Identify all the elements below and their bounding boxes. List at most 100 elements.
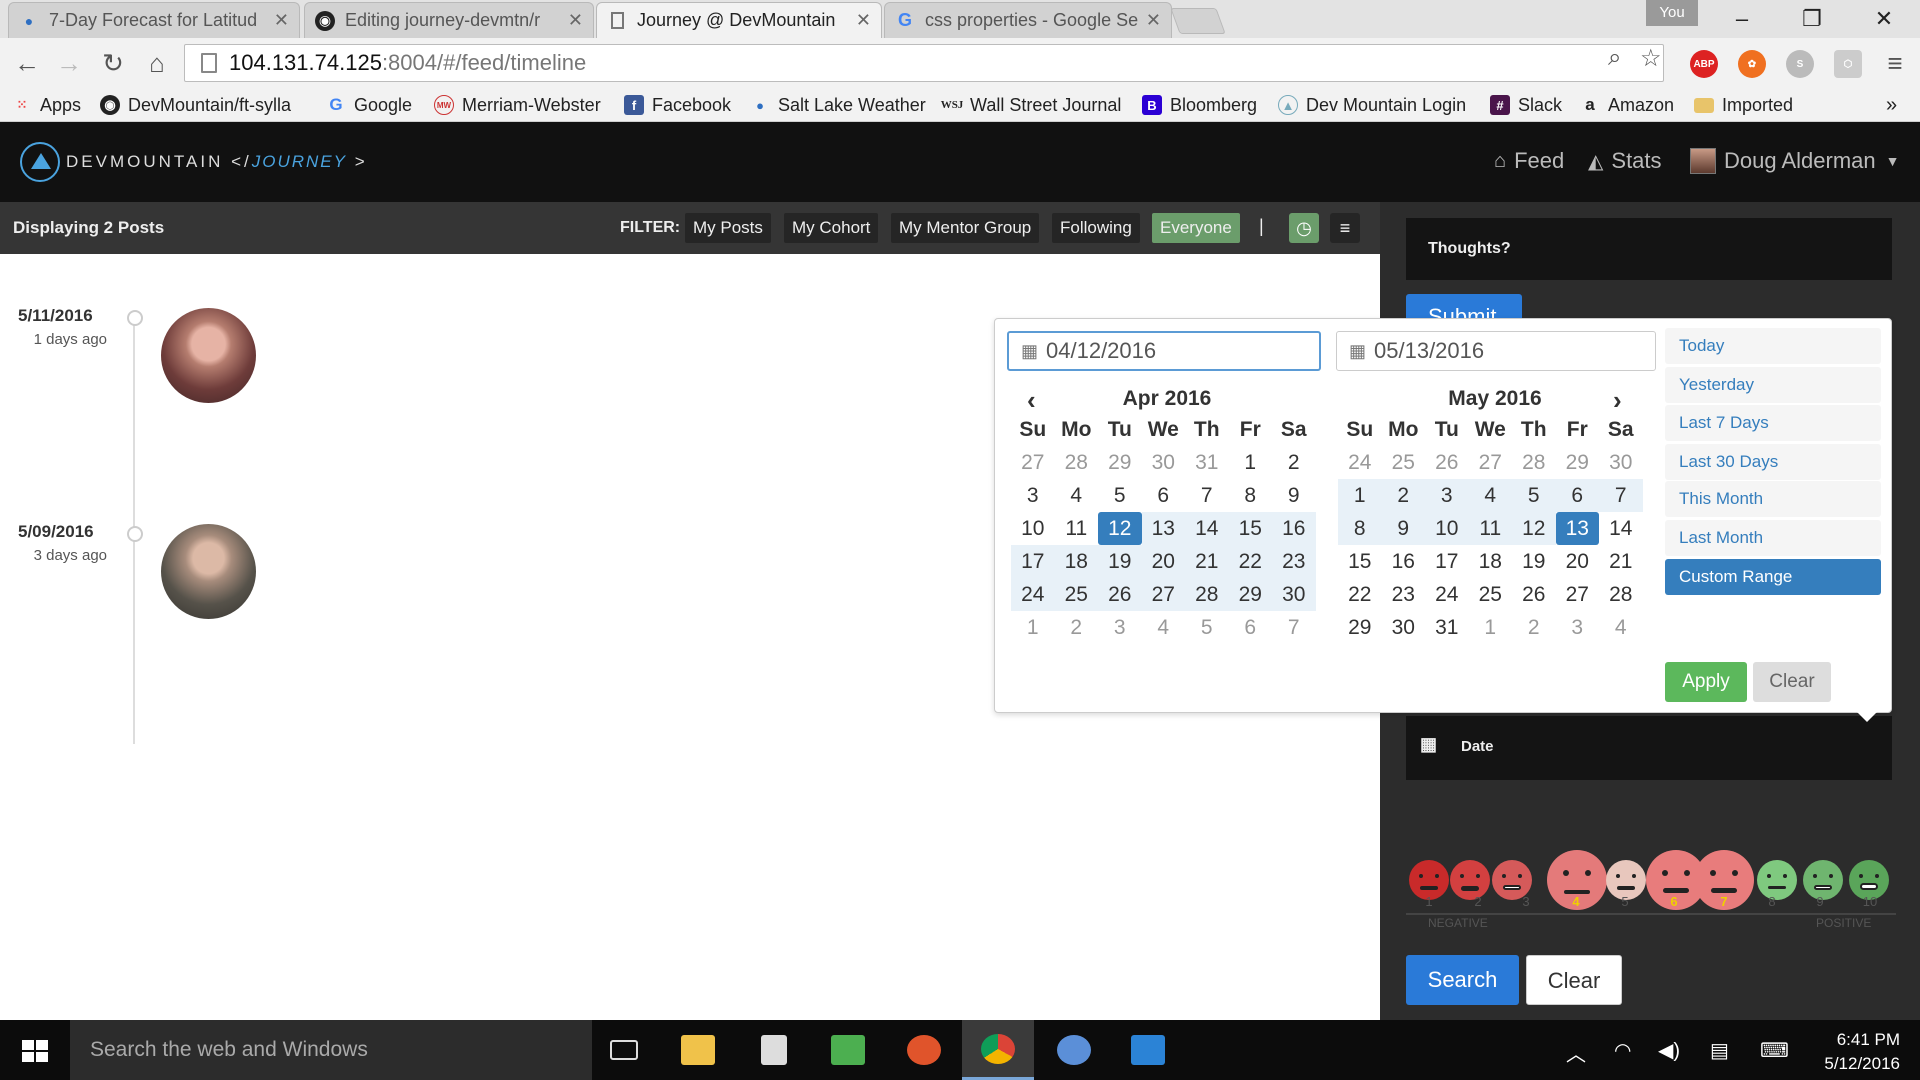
calendar-day[interactable]: 26: [1512, 578, 1556, 611]
bookmark-imported[interactable]: Imported: [1694, 92, 1793, 118]
calendar-day[interactable]: 2: [1272, 446, 1316, 479]
calendar-day[interactable]: 21: [1599, 545, 1643, 578]
clock-icon[interactable]: ◷: [1289, 213, 1319, 243]
calendar-day[interactable]: 5: [1512, 479, 1556, 512]
range-yesterday[interactable]: Yesterday: [1665, 367, 1881, 403]
filter-my-mentor-group[interactable]: My Mentor Group: [891, 213, 1040, 243]
calendar-day[interactable]: 23: [1272, 545, 1316, 578]
restore-icon[interactable]: ❐: [1784, 2, 1840, 36]
browser-tab-forecast[interactable]: ● 7-Day Forecast for Latitud ✕: [8, 2, 300, 38]
calendar-day-outside[interactable]: 27: [1469, 446, 1513, 479]
calendar-day[interactable]: 24: [1425, 578, 1469, 611]
calendar-day[interactable]: 26: [1098, 578, 1142, 611]
calendar-day-outside[interactable]: 31: [1185, 446, 1229, 479]
calendar-day[interactable]: 14: [1599, 512, 1643, 545]
calendar-day[interactable]: 3: [1425, 479, 1469, 512]
bookmark-devmountain[interactable]: ▲ Dev Mountain Login: [1278, 92, 1466, 118]
calendar-day[interactable]: 11: [1468, 512, 1512, 545]
search-button[interactable]: Search: [1406, 955, 1519, 1005]
calendar-day[interactable]: 1: [1229, 446, 1273, 479]
bookmark-github[interactable]: ◉ DevMountain/ft-sylla: [100, 92, 291, 118]
calendar-day[interactable]: 22: [1228, 545, 1272, 578]
bookmarks-overflow-button[interactable]: »: [1886, 92, 1897, 118]
minimize-icon[interactable]: –: [1714, 2, 1770, 36]
calendar-day-outside[interactable]: 4: [1142, 611, 1186, 644]
calendar-day[interactable]: 12: [1098, 512, 1142, 545]
calendar-day-outside[interactable]: 1: [1469, 611, 1513, 644]
range-last-month[interactable]: Last Month: [1665, 520, 1881, 556]
browser-tab-github[interactable]: ◉ Editing journey-devmtn/r ✕: [304, 2, 594, 38]
close-window-icon[interactable]: ✕: [1856, 2, 1912, 36]
calendar-day[interactable]: 16: [1382, 545, 1426, 578]
calendar-day[interactable]: 24: [1011, 578, 1055, 611]
bookmark-amazon[interactable]: a Amazon: [1580, 92, 1674, 118]
calendar-day[interactable]: 16: [1272, 512, 1316, 545]
calendar-day[interactable]: 30: [1272, 578, 1316, 611]
calendar-day-outside[interactable]: 30: [1599, 446, 1643, 479]
browser-tab-google[interactable]: G css properties - Google Se ✕: [884, 2, 1172, 38]
reload-icon[interactable]: ↻: [96, 46, 130, 80]
next-month-icon[interactable]: ›: [1613, 385, 1622, 416]
photos-icon[interactable]: [812, 1020, 884, 1080]
calendar-day-outside[interactable]: 30: [1142, 446, 1186, 479]
calendar-day[interactable]: 25: [1469, 578, 1513, 611]
calendar-day[interactable]: 31: [1425, 611, 1469, 644]
new-tab-button[interactable]: [1170, 8, 1226, 34]
start-date-input[interactable]: ▦ 04/12/2016: [1007, 331, 1321, 371]
calendar-day-outside[interactable]: 6: [1229, 611, 1273, 644]
show-hidden-icons[interactable]: ︿: [1566, 1038, 1586, 1067]
back-icon[interactable]: ←: [10, 46, 44, 80]
close-icon[interactable]: ✕: [568, 10, 583, 31]
calendar-day[interactable]: 30: [1382, 611, 1426, 644]
calendar-day-outside[interactable]: 1: [1011, 611, 1055, 644]
calendar-day[interactable]: 2: [1381, 479, 1425, 512]
bookmark-weather[interactable]: ● Salt Lake Weather: [750, 92, 926, 118]
calculator-icon[interactable]: [738, 1020, 810, 1080]
calendar-day[interactable]: 13: [1555, 512, 1599, 545]
apply-button[interactable]: Apply: [1665, 662, 1747, 702]
extension-cube-icon[interactable]: ⬡: [1834, 50, 1862, 78]
calendar-day[interactable]: 15: [1228, 512, 1272, 545]
task-view-icon[interactable]: [588, 1020, 660, 1080]
calendar-day[interactable]: 17: [1011, 545, 1055, 578]
calendar-day-outside[interactable]: 28: [1512, 446, 1556, 479]
wifi-icon[interactable]: ◠: [1614, 1038, 1631, 1063]
filter-my-posts[interactable]: My Posts: [685, 213, 771, 243]
calendar-day[interactable]: 15: [1338, 545, 1382, 578]
calendar-day-outside[interactable]: 3: [1556, 611, 1600, 644]
brand-logo[interactable]: DEVMOUNTAIN </JOURNEY >: [66, 152, 368, 172]
home-icon[interactable]: ⌂: [140, 46, 174, 80]
browser-tab-journey[interactable]: Journey @ DevMountain ✕: [596, 2, 882, 38]
calendar-day[interactable]: 14: [1185, 512, 1229, 545]
calendar-day-outside[interactable]: 29: [1098, 446, 1142, 479]
calendar-day[interactable]: 8: [1229, 479, 1273, 512]
bookmark-slack[interactable]: # Slack: [1490, 92, 1562, 118]
calendar-day[interactable]: 12: [1512, 512, 1556, 545]
calendar-day[interactable]: 13: [1141, 512, 1185, 545]
prev-month-icon[interactable]: ‹: [1027, 385, 1036, 416]
calendar-day-outside[interactable]: 29: [1556, 446, 1600, 479]
nav-feed[interactable]: ⌂ Feed: [1494, 148, 1564, 174]
calendar-day[interactable]: 6: [1555, 479, 1599, 512]
list-icon[interactable]: ≡: [1330, 213, 1360, 243]
menu-icon[interactable]: ≡: [1878, 46, 1912, 80]
range-custom[interactable]: Custom Range: [1665, 559, 1881, 595]
range-last-30-days[interactable]: Last 30 Days: [1665, 444, 1881, 480]
calendar-day[interactable]: 20: [1141, 545, 1185, 578]
calendar-day[interactable]: 25: [1054, 578, 1098, 611]
filter-everyone[interactable]: Everyone: [1152, 213, 1240, 243]
remote-app-icon[interactable]: [1112, 1020, 1184, 1080]
keyboard-icon[interactable]: ⌨: [1760, 1038, 1789, 1063]
forward-icon[interactable]: →: [52, 46, 86, 80]
end-date-input[interactable]: ▦ 05/13/2016: [1336, 331, 1656, 371]
calendar-day[interactable]: 28: [1185, 578, 1229, 611]
address-bar[interactable]: 104.131.74.125 :8004/#/feed/timeline: [184, 44, 1664, 82]
calendar-day[interactable]: 4: [1055, 479, 1099, 512]
bookmark-apps[interactable]: ⁙ Apps: [12, 92, 81, 118]
calendar-day[interactable]: 10: [1425, 512, 1469, 545]
calendar-day[interactable]: 1: [1338, 479, 1382, 512]
zoom-icon[interactable]: ⌕: [1608, 44, 1621, 72]
clear-button[interactable]: Clear: [1526, 955, 1622, 1005]
calendar-day[interactable]: 9: [1272, 479, 1316, 512]
calendar-day-outside[interactable]: 2: [1055, 611, 1099, 644]
